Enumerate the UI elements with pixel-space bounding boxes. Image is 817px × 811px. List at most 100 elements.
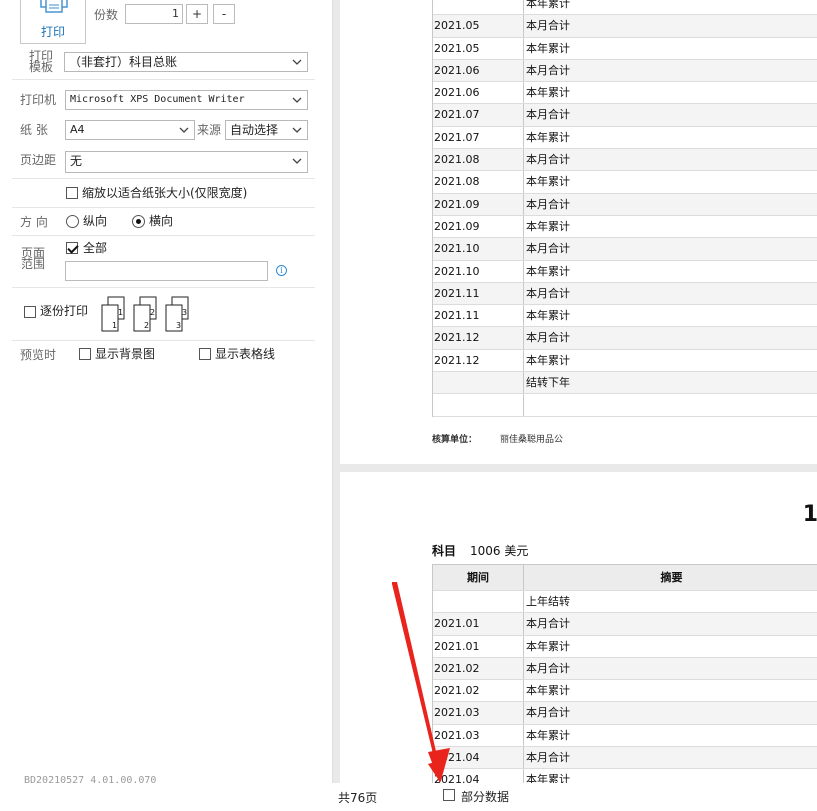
print-settings-panel: 打印 份数 1 + - 打印 模板 （非套打）科目总账 打印机 Microsof…	[0, 0, 332, 811]
portrait-radio[interactable]	[66, 215, 79, 228]
svg-text:2: 2	[144, 321, 149, 330]
copies-input[interactable]: 1	[125, 4, 183, 24]
collate-checkbox[interactable]	[24, 306, 36, 318]
paper-select-value: A4	[70, 123, 85, 136]
cell-period: 2021.03	[433, 724, 524, 747]
paper-label: 纸 张	[20, 123, 48, 137]
chevron-down-icon	[292, 97, 302, 103]
landscape-label: 横向	[149, 214, 174, 228]
table-row: 2021.06 本月合计	[433, 59, 817, 83]
table-row: 2021.04 本月合计	[433, 747, 817, 770]
print-dialog: 打印 份数 1 + - 打印 模板 （非套打）科目总账 打印机 Microsof…	[0, 0, 817, 811]
print-button-label: 打印	[40, 25, 65, 39]
table-row: 2021.11 本年累计	[433, 305, 817, 328]
template-label-line2: 模板	[29, 60, 54, 74]
paper-select[interactable]: A4	[65, 120, 195, 140]
cell-period: 2021.09	[433, 215, 524, 238]
margin-select[interactable]: 无	[65, 151, 308, 173]
cell-period: 2021.08	[433, 171, 524, 193]
show-background-checkbox[interactable]	[79, 348, 91, 360]
page-range-label-line2: 范围	[21, 257, 46, 271]
cell-summary	[525, 394, 817, 415]
table-row	[433, 394, 817, 417]
table-row: 2021.10 本年累计	[433, 260, 817, 283]
subject-line: 科目 1006 美元	[432, 542, 528, 559]
source-label: 来源	[197, 123, 222, 137]
collate-label: 逐份打印	[40, 304, 89, 318]
cell-period: 2021.08	[433, 149, 524, 171]
divider	[12, 207, 315, 208]
divider	[12, 178, 315, 179]
cell-summary: 本月合计	[526, 63, 570, 77]
print-preview[interactable]: 本年累计 2021.05 本月合计 2021.05 本年累计 2021.06 本月合计 202…	[332, 0, 817, 783]
preview-label: 预览时	[20, 348, 57, 362]
divider	[12, 235, 315, 236]
svg-text:3: 3	[182, 308, 187, 317]
template-select[interactable]: （非套打）科目总账	[64, 52, 308, 72]
version-text: BD20210527 4.01.00.070	[24, 775, 157, 786]
table-row: 本年累计	[433, 0, 817, 16]
source-select[interactable]: 自动选择	[225, 120, 308, 140]
table-row: 结转下年	[433, 372, 817, 395]
table-row: 2021.06 本年累计	[433, 82, 817, 105]
cell-period	[433, 591, 524, 613]
table-row: 2021.09 本年累计	[433, 215, 817, 239]
cell-period: 2021.06	[433, 82, 524, 104]
footer-unit-label: 核算单位：	[432, 435, 478, 445]
partial-data-checkbox[interactable]	[443, 789, 455, 801]
page-range-input[interactable]	[65, 261, 268, 281]
total-pages-text: 共76页	[338, 791, 378, 805]
svg-text:3: 3	[176, 321, 181, 330]
header-summary: 摘要	[660, 571, 683, 584]
cell-summary: 本年累计	[526, 219, 570, 233]
cell-period: 2021.11	[433, 305, 524, 327]
cell-period: 2021.03	[433, 702, 524, 724]
printer-select-value: Microsoft XPS Document Writer	[70, 94, 245, 105]
cell-period: 2021.06	[433, 59, 524, 82]
template-select-value: （非套打）科目总账	[69, 55, 178, 69]
margin-select-value: 无	[70, 154, 83, 168]
table-row: 2021.07 本月合计	[433, 104, 817, 127]
margin-label-text: 页边距	[20, 153, 57, 167]
table-row: 2021.08 本年累计	[433, 171, 817, 194]
table-row: 2021.03 本年累计	[433, 724, 817, 748]
cell-summary: 本年累计	[526, 309, 570, 323]
cell-period: 2021.01	[433, 613, 524, 635]
table-row: 2021.05 本年累计	[433, 37, 817, 60]
cell-period: 2021.12	[433, 349, 524, 372]
cell-period: 2021.01	[433, 635, 524, 657]
table-row: 2021.01 本月合计	[433, 613, 817, 636]
table-row: 2021.11 本月合计	[433, 282, 817, 306]
cell-period	[433, 0, 524, 15]
copies-decrease-button[interactable]: -	[213, 4, 235, 24]
cell-summary: 本月合计	[526, 242, 570, 256]
table-row: 2021.07 本年累计	[433, 126, 817, 150]
partial-data-label: 部分数据	[461, 790, 510, 804]
show-background-label: 显示背景图	[95, 347, 156, 361]
all-pages-checkbox[interactable]	[66, 242, 78, 254]
cell-period: 2021.07	[433, 104, 524, 126]
cell-summary: 本月合计	[526, 19, 570, 33]
cell-summary: 上年结转	[526, 595, 570, 608]
print-button[interactable]: 打印	[20, 0, 86, 44]
cell-period: 2021.02	[433, 680, 524, 702]
cell-period: 2021.12	[433, 327, 524, 349]
show-gridlines-label: 显示表格线	[215, 347, 276, 361]
cell-summary: 本月合计	[526, 286, 570, 300]
printer-label: 打印机	[20, 93, 57, 107]
table-row: 2021.03 本月合计	[433, 702, 817, 725]
ledger-table: 期间 摘要 上年结转 2021.01 本月合计 2021.01 本年累计 2021.02 本…	[432, 564, 817, 783]
info-icon[interactable]: i	[276, 265, 287, 276]
cell-summary: 本年累计	[526, 684, 570, 698]
cell-period	[433, 394, 524, 416]
show-gridlines-checkbox[interactable]	[199, 348, 211, 360]
cell-summary: 本年累计	[526, 639, 570, 653]
copies-increase-button[interactable]: +	[186, 4, 208, 24]
landscape-radio[interactable]	[132, 215, 145, 228]
table-row: 2021.04 本年累计	[433, 769, 817, 783]
cell-summary: 本月合计	[526, 706, 570, 720]
svg-text:1: 1	[112, 321, 117, 330]
cell-summary: 本月合计	[526, 153, 570, 167]
printer-select[interactable]: Microsoft XPS Document Writer	[65, 90, 308, 110]
fit-to-paper-checkbox[interactable]	[66, 187, 78, 199]
